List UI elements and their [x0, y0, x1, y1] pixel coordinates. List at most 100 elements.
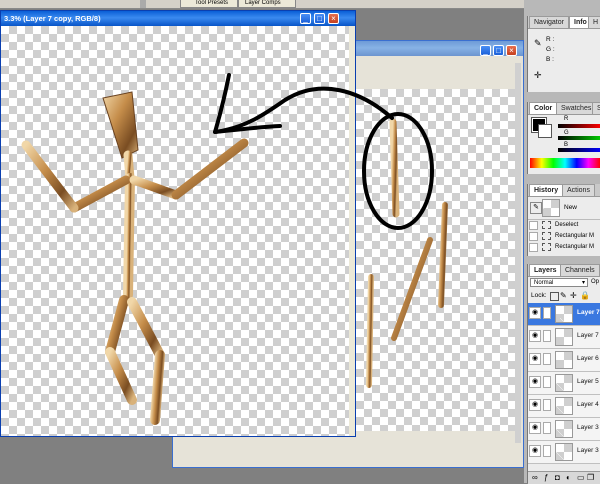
layers-panel: Layers Channels Normal ▾ Op Lock: ✎ ✛ 🔒 … — [527, 264, 600, 484]
navigator-panel: Navigator Info H R : G : B : ✎ ✛ — [527, 16, 600, 92]
tab-layers[interactable]: Layers — [529, 264, 562, 276]
history-snapshot[interactable]: ✎ New — [528, 197, 600, 220]
lock-position-icon[interactable]: ✛ — [570, 291, 577, 300]
layer-style-icon[interactable]: ƒ — [544, 473, 548, 482]
eye-icon[interactable]: ◉ — [529, 445, 541, 457]
deselect-icon — [542, 221, 551, 229]
tab-channels[interactable]: Channels — [560, 264, 600, 276]
eye-icon[interactable]: ◉ — [529, 376, 541, 388]
tab-actions[interactable]: Actions — [562, 184, 595, 196]
link-icon[interactable] — [543, 353, 551, 365]
layer-row[interactable]: ◉ Layer 3 — [528, 441, 600, 464]
tab-history[interactable]: History — [529, 184, 564, 196]
brush-icon[interactable] — [543, 307, 551, 319]
layer-row[interactable]: ◉ Layer 5 — [528, 372, 600, 395]
layer-thumbnail — [555, 374, 573, 392]
tab-swatches[interactable]: Swatches — [556, 102, 597, 114]
layer-name: Layer 6 — [577, 355, 599, 362]
slider-g[interactable] — [558, 136, 600, 140]
layer-thumbnail — [555, 305, 573, 323]
history-state-box — [529, 232, 538, 241]
eye-icon[interactable]: ◉ — [529, 353, 541, 365]
layer-name: Layer 5 — [577, 378, 599, 385]
history-panel-header: History Actions — [528, 184, 600, 197]
adjustment-layer-icon[interactable]: ◐ — [566, 473, 571, 482]
link-icon[interactable] — [543, 330, 551, 342]
eye-icon[interactable]: ◉ — [529, 422, 541, 434]
link-icon[interactable] — [543, 399, 551, 411]
stick-figure — [21, 91, 249, 425]
layer-name: Layer 3 — [577, 447, 599, 454]
chevron-down-icon: ▾ — [581, 280, 585, 286]
lock-image-icon[interactable]: ✎ — [560, 291, 567, 300]
annotations — [213, 73, 434, 230]
figure-right-thigh — [127, 297, 165, 360]
figure-left-thigh — [105, 295, 129, 357]
figure-right-forearm — [171, 138, 249, 200]
tab-histogram[interactable]: H — [588, 16, 600, 28]
lock-all-icon[interactable]: 🔒 — [580, 291, 590, 300]
layer-row[interactable]: ◉ Layer 3 — [528, 418, 600, 441]
color-panel-header: Color Swatches S — [528, 102, 600, 115]
navigator-panel-header: Navigator Info H — [528, 16, 600, 29]
slider-b[interactable] — [558, 148, 600, 152]
layers-panel-header: Layers Channels — [528, 264, 600, 277]
marquee-icon — [542, 232, 551, 240]
layer-name: Layer 3 — [577, 424, 599, 431]
loose-rods — [366, 118, 448, 388]
color-panel: Color Swatches S R G B — [527, 102, 600, 174]
layer-row[interactable]: ◉ Layer 7 — [528, 303, 600, 326]
layers-list: ◉ Layer 7 ◉ Layer 7 ◉ Layer 6 ◉ Layer 5 … — [528, 303, 600, 484]
snapshot-thumb — [542, 199, 560, 217]
layer-row[interactable]: ◉ Layer 4 — [528, 395, 600, 418]
new-group-icon[interactable]: ▭ — [577, 473, 585, 482]
lock-transparency-icon[interactable] — [550, 292, 559, 301]
marquee-icon — [542, 243, 551, 251]
link-icon[interactable] — [543, 422, 551, 434]
color-spectrum-ramp[interactable] — [530, 158, 600, 168]
tab-color[interactable]: Color — [529, 102, 558, 114]
slider-r-label: R — [564, 116, 569, 122]
eye-icon[interactable]: ◉ — [529, 330, 541, 342]
layer-name: Layer 7 — [577, 309, 600, 316]
background-color-swatch[interactable] — [538, 124, 552, 138]
link-icon[interactable] — [543, 445, 551, 457]
info-label-b: B : — [546, 56, 554, 63]
layer-row[interactable]: ◉ Layer 6 — [528, 349, 600, 372]
history-item-label: Rectangular M — [555, 244, 595, 250]
eye-icon[interactable]: ◉ — [529, 307, 541, 319]
crosshair-icon: ✛ — [534, 70, 542, 80]
layer-thumbnail — [555, 351, 573, 369]
history-item[interactable]: Rectangular M — [528, 231, 600, 242]
rod-left — [366, 274, 374, 388]
eyedropper-icon: ✎ — [534, 38, 542, 48]
layer-mask-icon[interactable]: ◘ — [555, 473, 560, 482]
slider-r[interactable] — [558, 124, 600, 128]
info-readouts: R : G : B : ✎ ✛ — [532, 34, 598, 88]
figure-right-shin — [150, 350, 165, 425]
figure-torso — [123, 173, 135, 300]
history-brush-icon: ✎ — [530, 202, 542, 214]
new-layer-icon[interactable]: ❐ — [587, 473, 594, 482]
blend-mode-value: Normal — [534, 280, 554, 286]
artwork-overlay — [21, 73, 448, 425]
figure-right-upper-arm — [129, 175, 181, 200]
history-item-label: Deselect — [555, 222, 579, 228]
blend-mode-select[interactable]: Normal ▾ — [530, 278, 588, 287]
history-item[interactable]: Rectangular M — [528, 242, 600, 253]
figure-left-upper-arm — [69, 175, 131, 213]
layer-row[interactable]: ◉ Layer 7 — [528, 326, 600, 349]
layer-name: Layer 7 — [577, 332, 599, 339]
tab-navigator[interactable]: Navigator — [529, 16, 569, 28]
history-panel: History Actions ✎ New Deselect Rectangul… — [527, 184, 600, 256]
link-icon[interactable] — [543, 376, 551, 388]
history-item-label: Rectangular M — [555, 233, 595, 239]
layer-thumbnail — [555, 443, 573, 461]
layer-thumbnail — [555, 397, 573, 415]
eye-icon[interactable]: ◉ — [529, 399, 541, 411]
lock-label: Lock: — [531, 292, 547, 299]
history-state-box — [529, 243, 538, 252]
tab-styles[interactable]: S — [592, 102, 600, 114]
history-item[interactable]: Deselect — [528, 220, 600, 231]
link-layers-icon[interactable]: ∞ — [532, 473, 538, 482]
